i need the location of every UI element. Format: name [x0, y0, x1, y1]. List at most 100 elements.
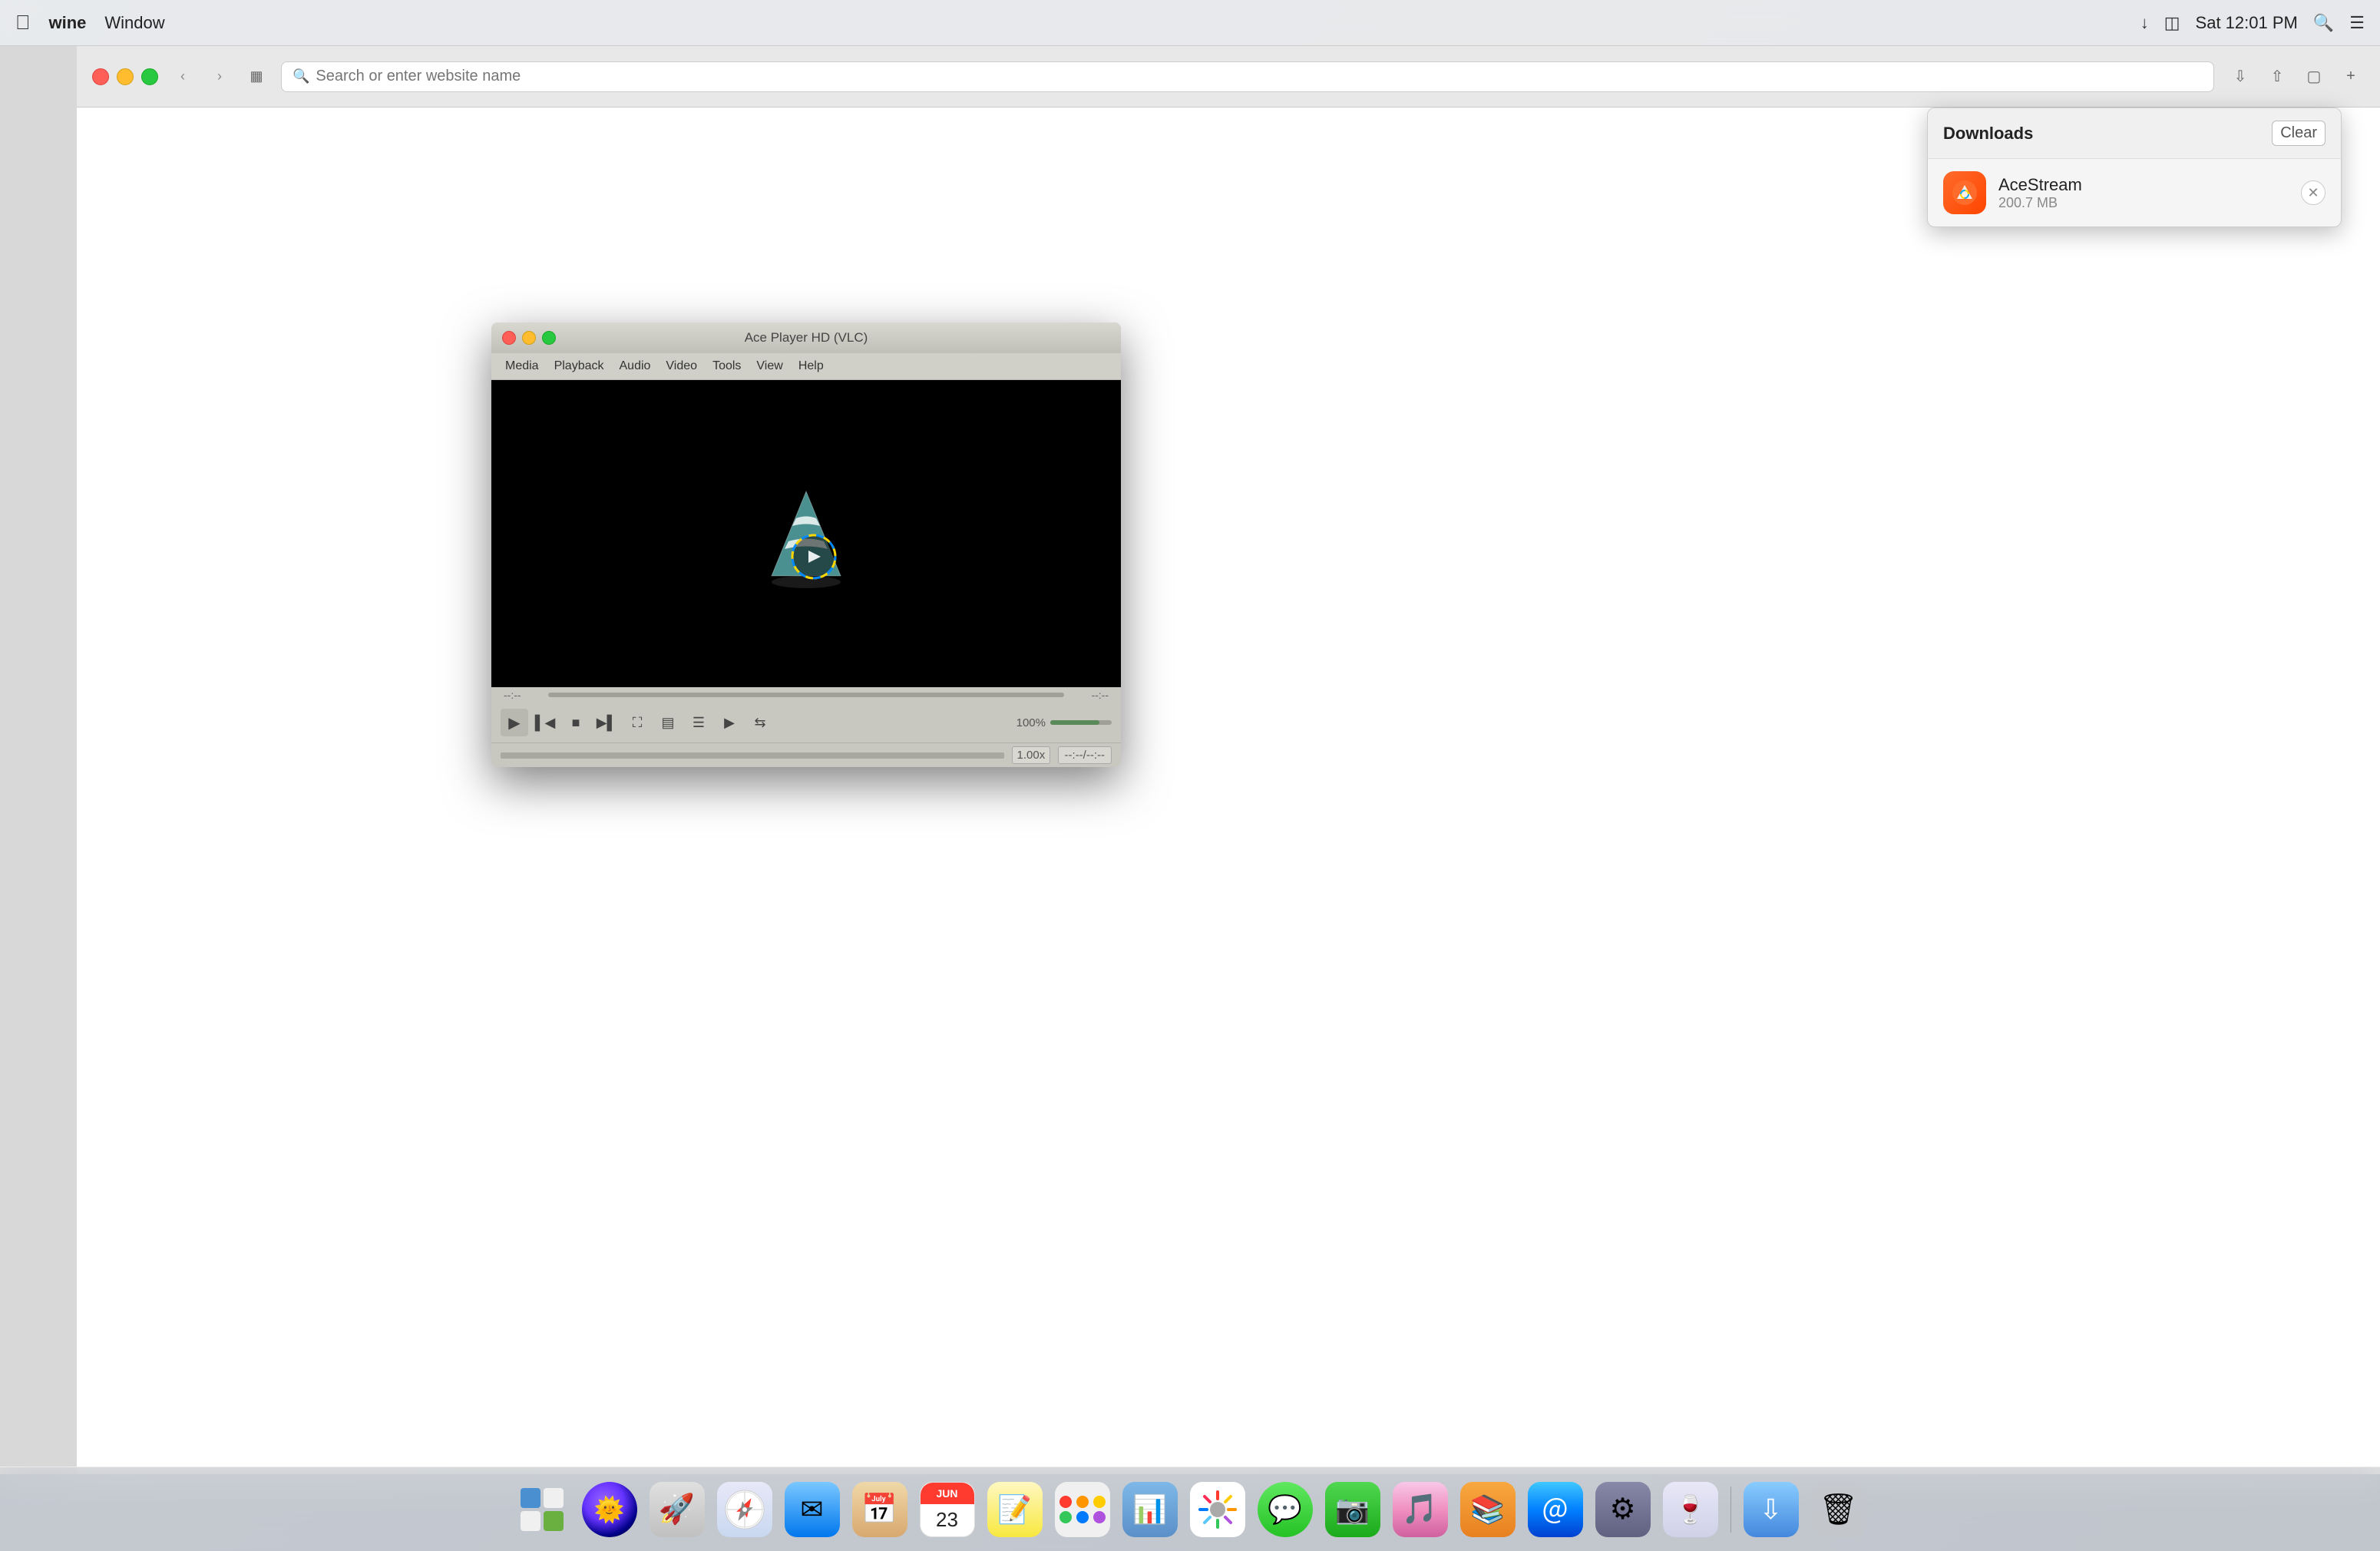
dock-item-notes[interactable]: 📝: [984, 1479, 1046, 1540]
dock-item-facetime[interactable]: 📷: [1322, 1479, 1383, 1540]
dock-item-messages[interactable]: 💬: [1254, 1479, 1316, 1540]
dock-item-wine[interactable]: 🍷: [1660, 1479, 1721, 1540]
share-button[interactable]: ⇧: [2263, 63, 2291, 91]
vlc-menu-media[interactable]: Media: [497, 356, 547, 376]
dock-item-finder[interactable]: [511, 1479, 573, 1540]
vlc-menu-tools[interactable]: Tools: [705, 356, 749, 376]
vlc-shuffle-button[interactable]: ⇆: [746, 709, 774, 736]
vlc-volume-fill: [1050, 720, 1099, 725]
vlc-menu-view[interactable]: View: [749, 356, 790, 376]
dock-item-appstore[interactable]: ＠: [1525, 1479, 1586, 1540]
browser-toolbar: ‹ › ▦ 🔍 ⇩ ⇧ ▢ +: [77, 46, 2380, 107]
vlc-fullscreen-button[interactable]: [542, 331, 556, 345]
download-remove-button[interactable]: ✕: [2301, 180, 2325, 205]
menubar-window[interactable]: Window: [104, 13, 164, 33]
dock-item-sysprefs[interactable]: ⚙: [1592, 1479, 1654, 1540]
vlc-time-right: --:--: [1070, 689, 1109, 701]
dock-item-siri[interactable]: 🌞: [579, 1479, 640, 1540]
vlc-titlebar: Ace Player HD (VLC): [491, 322, 1121, 353]
vlc-playlist-button[interactable]: ☰: [685, 709, 712, 736]
dock-item-contacts[interactable]: 📅: [849, 1479, 911, 1540]
download-button[interactable]: ⇩: [2226, 63, 2254, 91]
vlc-time-display: --:--/--:--: [1058, 746, 1112, 764]
vlc-window: Ace Player HD (VLC) Media Playback Audio…: [491, 322, 1121, 767]
display-icon: ◫: [2164, 13, 2180, 33]
vlc-volume-label: 100%: [1016, 716, 1046, 729]
menubar:  wine Window ↓ ◫ Sat 12:01 PM 🔍 ☰: [0, 0, 2380, 46]
dock-item-calendar[interactable]: JUN 23: [917, 1479, 978, 1540]
vlc-play-button[interactable]: ▶: [501, 709, 528, 736]
download-size: 200.7 MB: [1998, 195, 2289, 211]
dock-item-reminders[interactable]: [1052, 1479, 1113, 1540]
vlc-controls: ▶ ▌◀ ■ ▶▌ ⛶ ▤ ☰ ▶ ⇆ 100%: [491, 703, 1121, 742]
vlc-fullscreen-ctrl-button[interactable]: ⛶: [623, 709, 651, 736]
menubar-app-name[interactable]: wine: [49, 13, 87, 33]
download-app-icon: [1943, 171, 1986, 214]
apple-logo-icon[interactable]: : [15, 11, 31, 35]
notification-icon[interactable]: ☰: [2349, 13, 2365, 33]
vlc-title: Ace Player HD (VLC): [745, 330, 868, 346]
downloads-title: Downloads: [1943, 124, 2033, 144]
vlc-minimize-button[interactable]: [522, 331, 536, 345]
vlc-close-button[interactable]: [502, 331, 516, 345]
dock: 🌞 🚀: [0, 1467, 2380, 1551]
fullscreen-button[interactable]: [141, 68, 158, 85]
vlc-menu-help[interactable]: Help: [791, 356, 831, 376]
browser-actions: ⇩ ⇧ ▢ +: [2226, 63, 2365, 91]
forward-button[interactable]: ›: [207, 64, 232, 89]
vlc-prev-button[interactable]: ▌◀: [531, 709, 559, 736]
address-bar[interactable]: 🔍: [281, 61, 2214, 92]
vlc-time-left: --:--: [504, 689, 542, 701]
dock-separator: [1730, 1487, 1731, 1533]
vlc-menu-audio[interactable]: Audio: [612, 356, 659, 376]
downloads-header: Downloads Clear: [1928, 108, 2341, 159]
new-tab-button[interactable]: +: [2337, 63, 2365, 91]
downloads-panel: Downloads Clear AceStream 200.7 MB ✕: [1927, 107, 2342, 227]
reading-list-button[interactable]: ▢: [2300, 63, 2328, 91]
vlc-volume-area: 100%: [1016, 716, 1112, 729]
vlc-speed-display[interactable]: 1.00x: [1012, 746, 1050, 764]
search-icon[interactable]: 🔍: [2313, 13, 2334, 33]
dock-item-safari[interactable]: [714, 1479, 775, 1540]
minimize-button[interactable]: [117, 68, 134, 85]
calendar-month: JUN: [921, 1483, 974, 1504]
back-button[interactable]: ‹: [170, 64, 195, 89]
vlc-seekbar: --:-- --:--: [491, 687, 1121, 703]
dock-item-trash[interactable]: 🗑: [1808, 1479, 1869, 1540]
vlc-menu-playback[interactable]: Playback: [547, 356, 612, 376]
address-search-icon: 🔍: [293, 68, 309, 84]
dock-item-downloads[interactable]: ⇩: [1740, 1479, 1802, 1540]
vlc-logo: [756, 476, 856, 591]
vlc-seek-track[interactable]: [548, 693, 1064, 697]
vlc-loop-button[interactable]: ▶: [716, 709, 743, 736]
menubar-right: ↓ ◫ Sat 12:01 PM 🔍 ☰: [2140, 13, 2365, 33]
vlc-menu: Media Playback Audio Video Tools View He…: [491, 353, 1121, 380]
vlc-volume-bar[interactable]: [1050, 720, 1112, 725]
vlc-traffic-lights: [502, 331, 556, 345]
system-clock: Sat 12:01 PM: [2196, 13, 2298, 33]
clear-downloads-button[interactable]: Clear: [2272, 121, 2325, 146]
vlc-menu-video[interactable]: Video: [658, 356, 705, 376]
wifi-icon: ↓: [2140, 13, 2149, 33]
vlc-bottom-bar: 1.00x --:--/--:--: [491, 742, 1121, 767]
desktop:  wine Window ↓ ◫ Sat 12:01 PM 🔍 ☰ ‹ › ▦…: [0, 0, 2380, 1551]
vlc-next-button[interactable]: ▶▌: [593, 709, 620, 736]
download-item: AceStream 200.7 MB ✕: [1928, 159, 2341, 227]
dock-item-books[interactable]: 📚: [1457, 1479, 1519, 1540]
vlc-progress-bar[interactable]: [501, 752, 1004, 759]
vlc-eq-button[interactable]: ▤: [654, 709, 682, 736]
vlc-stop-button[interactable]: ■: [562, 709, 590, 736]
menubar-left:  wine Window: [15, 11, 165, 35]
dock-item-mail[interactable]: ✉: [782, 1479, 843, 1540]
close-button[interactable]: [92, 68, 109, 85]
vlc-video-area[interactable]: [491, 380, 1121, 687]
sidebar-toggle-button[interactable]: ▦: [244, 64, 269, 89]
dock-item-music[interactable]: 🎵: [1390, 1479, 1451, 1540]
address-input[interactable]: [316, 68, 2203, 85]
dock-item-slides[interactable]: 📊: [1119, 1479, 1181, 1540]
window-traffic-lights: [92, 68, 158, 85]
download-info: AceStream 200.7 MB: [1998, 175, 2289, 211]
calendar-day: 23: [921, 1504, 974, 1536]
dock-item-rocket[interactable]: 🚀: [646, 1479, 708, 1540]
dock-item-photos[interactable]: [1187, 1479, 1248, 1540]
